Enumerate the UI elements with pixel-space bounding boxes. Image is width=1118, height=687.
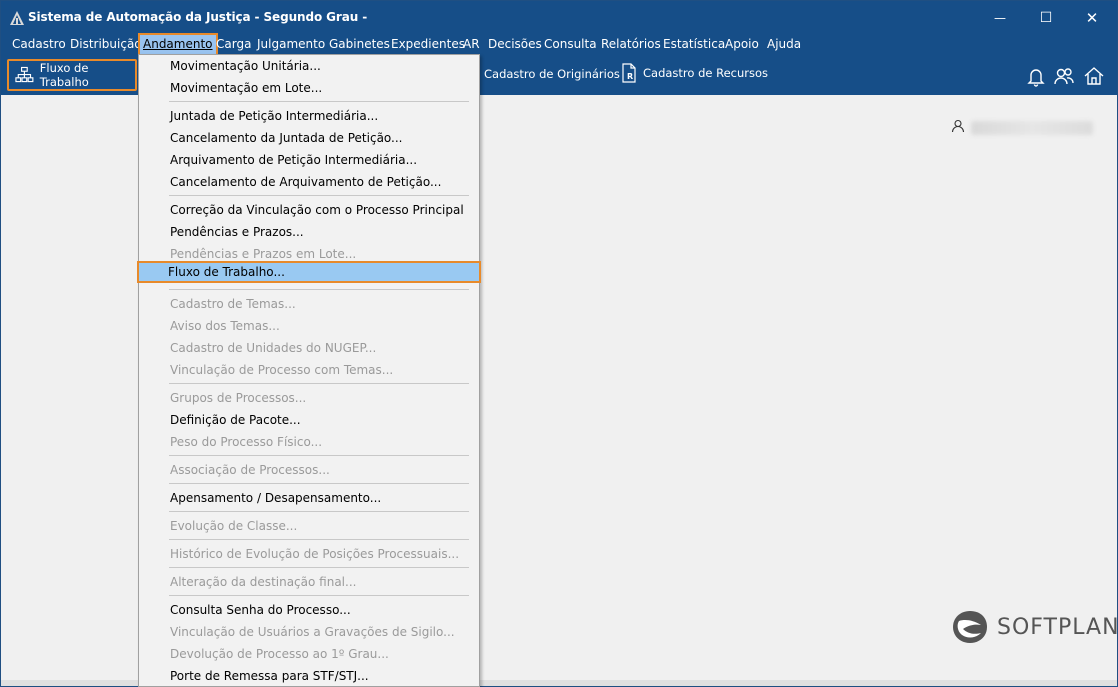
menu-item-cancelamento-arquivamento[interactable]: Cancelamento de Arquivamento de Petição.… <box>139 171 479 193</box>
andamento-dropdown-menu: Movimentação Unitária... Movimentação em… <box>137 54 481 687</box>
menu-item-peso-processo-fisico: Peso do Processo Físico... <box>170 435 323 449</box>
menu-separator <box>169 595 469 596</box>
menu-item-cancelamento-juntada[interactable]: Cancelamento da Juntada de Petição... <box>139 127 479 149</box>
softplan-logo: SOFTPLAN <box>951 609 1118 645</box>
svg-text:R: R <box>627 72 633 81</box>
menu-item-alteracao-destinacao: Alteração da destinação final... <box>170 575 357 589</box>
menu-separator <box>169 289 469 290</box>
menu-item-pendencias-prazos[interactable]: Pendências e Prazos... <box>139 221 479 243</box>
menu-separator <box>169 539 469 540</box>
menu-item-cadastro-temas: Cadastro de Temas... <box>170 297 296 311</box>
document-r-icon: R <box>622 63 636 83</box>
menu-julgamento[interactable]: Julgamento <box>257 34 325 55</box>
maximize-icon: ☐ <box>1039 9 1053 26</box>
menu-ajuda[interactable]: Ajuda <box>767 34 801 55</box>
workflow-icon <box>15 66 34 83</box>
menu-item-devolucao-processo: Devolução de Processo ao 1º Grau... <box>170 647 389 661</box>
menu-separator <box>169 511 469 512</box>
close-button[interactable]: ✕ <box>1069 1 1115 34</box>
cadastro-recursos-label: Cadastro de Recursos <box>643 66 769 80</box>
softplan-logo-icon <box>953 611 987 643</box>
menu-separator <box>169 195 469 196</box>
app-logo-icon <box>10 11 24 25</box>
home-icon[interactable] <box>1083 65 1105 87</box>
menu-item-arquivamento-peticao[interactable]: Arquivamento de Petição Intermediária... <box>139 149 479 171</box>
menu-item-apensamento[interactable]: Apensamento / Desapensamento... <box>139 487 479 509</box>
menu-item-vinculacao-processo-temas: Vinculação de Processo com Temas... <box>170 363 394 377</box>
menu-andamento[interactable]: Andamento <box>138 33 218 56</box>
menu-item-aviso-temas: Aviso dos Temas... <box>170 319 280 333</box>
user-name-redacted <box>971 121 1093 135</box>
menu-estatistica[interactable]: Estatística <box>663 34 725 55</box>
menu-item-juntada-peticao[interactable]: Juntada de Petição Intermediária... <box>139 105 479 127</box>
menu-separator <box>169 455 469 456</box>
minimize-icon: — <box>994 10 1006 25</box>
menu-item-fluxo-de-trabalho[interactable]: Fluxo de Trabalho... <box>137 261 481 283</box>
menu-item-cadastro-unidades-nugep: Cadastro de Unidades do NUGEP... <box>170 341 377 355</box>
menu-item-movimentacao-em-lote[interactable]: Movimentação em Lote... <box>139 77 479 99</box>
users-icon[interactable] <box>1053 65 1075 87</box>
menu-apoio[interactable]: Apoio <box>725 34 759 55</box>
menu-gabinetes[interactable]: Gabinetes <box>329 34 390 55</box>
window-title: Sistema de Automação da Justiça - Segund… <box>28 10 368 24</box>
menu-separator <box>169 101 469 102</box>
menu-item-vinculacao-usuarios-sigilo: Vinculação de Usuários a Gravações de Si… <box>170 625 455 639</box>
menu-decisoes[interactable]: Decisões <box>488 34 542 55</box>
maximize-button[interactable]: ☐ <box>1023 1 1069 34</box>
menu-ar[interactable]: AR <box>463 34 480 55</box>
menu-bar: Cadastro Distribuição Andamento Carga Ju… <box>1 33 1117 56</box>
cadastro-originarios-button[interactable]: Cadastro de Originários <box>484 67 620 81</box>
menu-item-consulta-senha[interactable]: Consulta Senha do Processo... <box>139 599 479 621</box>
menu-item-associacao-processos: Associação de Processos... <box>170 463 330 477</box>
menu-item-movimentacao-unitaria[interactable]: Movimentação Unitária... <box>139 55 479 77</box>
menu-cadastro[interactable]: Cadastro <box>12 34 66 55</box>
softplan-logo-text: SOFTPLAN <box>997 614 1118 640</box>
menu-item-definicao-pacote[interactable]: Definição de Pacote... <box>139 409 479 431</box>
bell-icon[interactable] <box>1025 65 1047 87</box>
menu-item-porte-remessa[interactable]: Porte de Remessa para STF/STJ... <box>139 665 479 687</box>
menu-item-grupos-processos: Grupos de Processos... <box>170 391 307 405</box>
menu-item-evolucao-classe: Evolução de Classe... <box>170 519 298 533</box>
menu-relatorios[interactable]: Relatórios <box>601 34 661 55</box>
cadastro-recursos-button[interactable]: R Cadastro de Recursos <box>621 63 768 83</box>
title-bar[interactable]: Sistema de Automação da Justiça - Segund… <box>1 1 1117 34</box>
menu-distribuicao[interactable]: Distribuição <box>70 34 142 55</box>
menu-expedientes[interactable]: Expedientes <box>391 34 465 55</box>
menu-consulta[interactable]: Consulta <box>544 34 597 55</box>
menu-item-correcao-vinculacao[interactable]: Correção da Vinculação com o Processo Pr… <box>139 199 479 221</box>
fluxo-de-trabalho-toolbar-button[interactable]: Fluxo de Trabalho <box>7 59 137 91</box>
minimize-button[interactable]: — <box>977 1 1023 34</box>
menu-separator <box>169 483 469 484</box>
menu-separator <box>169 567 469 568</box>
menu-item-historico-evolucao: Histórico de Evolução de Posições Proces… <box>170 547 460 561</box>
user-icon <box>951 119 965 133</box>
menu-separator <box>169 383 469 384</box>
close-icon: ✕ <box>1085 8 1099 27</box>
fluxo-toolbar-label: Fluxo de Trabalho <box>39 61 89 89</box>
menu-carga[interactable]: Carga <box>216 34 251 55</box>
